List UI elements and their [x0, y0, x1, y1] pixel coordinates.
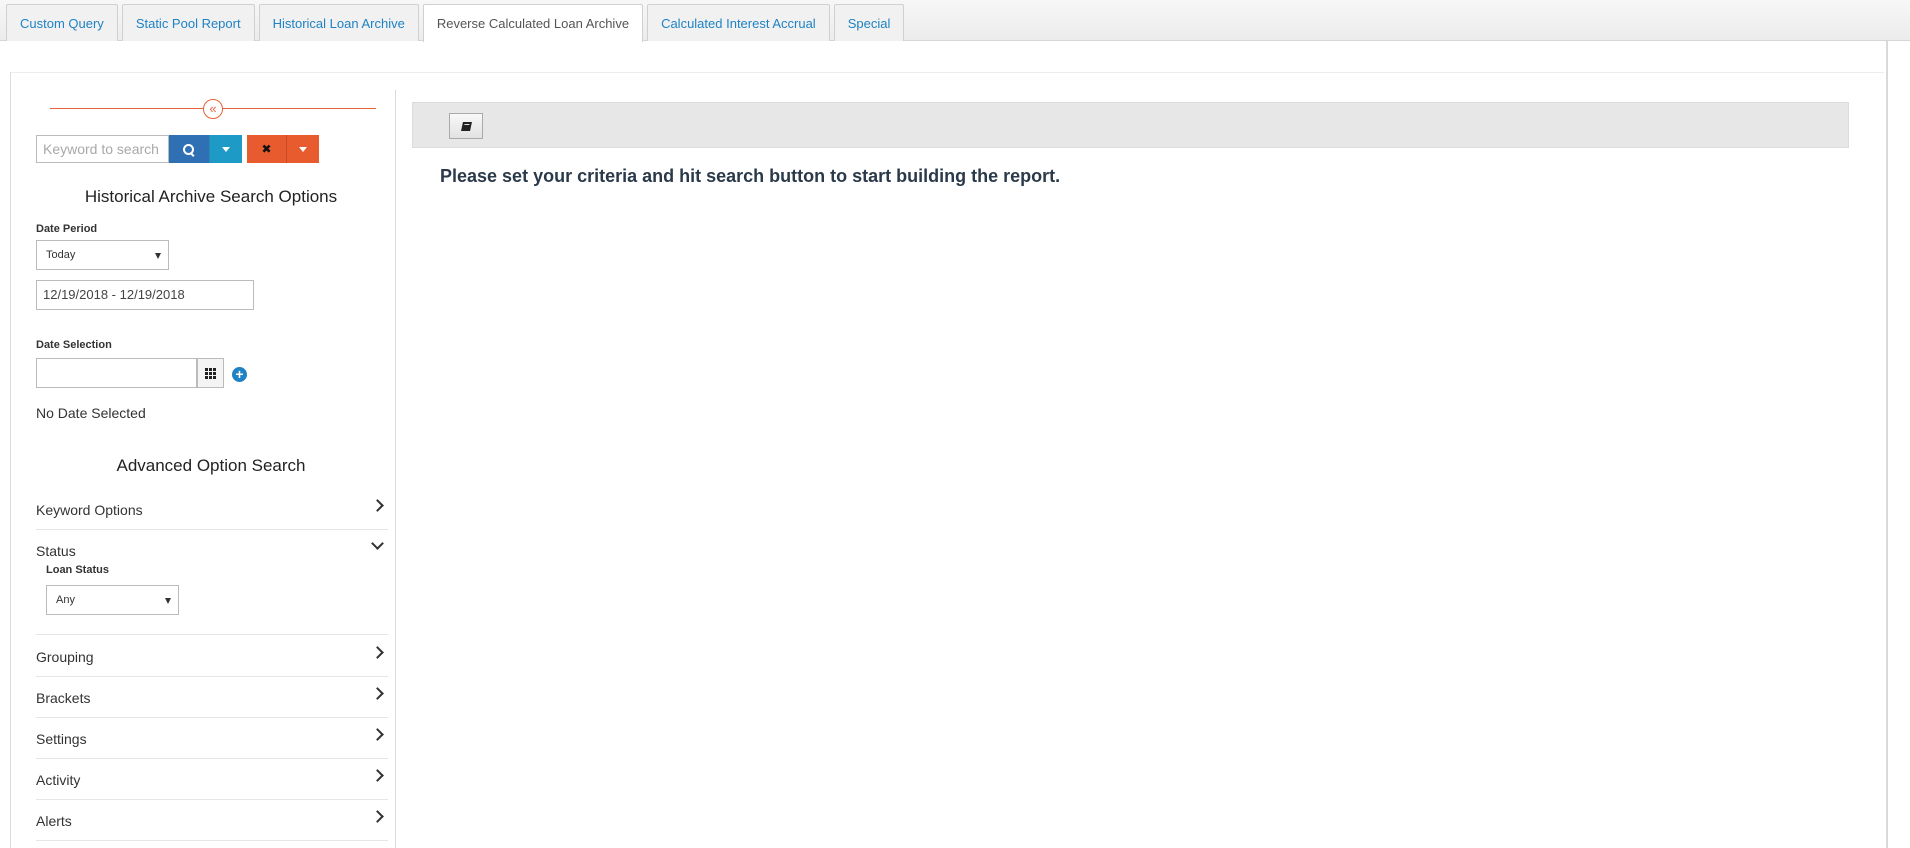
- report-book-button[interactable]: [449, 113, 483, 139]
- dropdown-arrow-icon: [155, 253, 161, 259]
- tab-list: Custom Query Static Pool Report Historic…: [6, 4, 908, 42]
- tab-special[interactable]: Special: [833, 4, 905, 41]
- chevron-right-icon: [371, 810, 384, 823]
- calendar-picker-button[interactable]: [197, 358, 224, 388]
- tab-calculated-interest-accrual[interactable]: Calculated Interest Accrual: [647, 4, 830, 41]
- search-options-dropdown-button[interactable]: [209, 135, 242, 163]
- advanced-item-label: Activity: [36, 772, 81, 788]
- scrollbar[interactable]: [1886, 41, 1910, 848]
- tab-historical-loan-archive[interactable]: Historical Loan Archive: [258, 4, 419, 41]
- advanced-item-grouping[interactable]: Grouping: [36, 636, 388, 677]
- advanced-option-search-title: Advanced Option Search: [116, 456, 306, 475]
- chevron-down-icon: [371, 537, 384, 550]
- advanced-item-brackets[interactable]: Brackets: [36, 677, 388, 718]
- advanced-item-label: Status: [36, 543, 76, 559]
- clear-options-dropdown-button[interactable]: [286, 135, 319, 163]
- date-range-value: 12/19/2018 - 12/19/2018: [43, 287, 185, 302]
- caret-down-icon: [222, 147, 230, 153]
- advanced-item-label: Keyword Options: [36, 502, 143, 518]
- tab-reverse-calculated-loan-archive[interactable]: Reverse Calculated Loan Archive: [422, 4, 644, 42]
- loan-status-value: Any: [56, 594, 75, 606]
- tab-static-pool-report[interactable]: Static Pool Report: [121, 4, 255, 41]
- chevron-right-icon: [371, 499, 384, 512]
- advanced-item-label: Grouping: [36, 649, 94, 665]
- date-period-label: Date Period: [36, 223, 98, 235]
- grid-icon: [205, 368, 216, 379]
- loan-status-label: Loan Status: [46, 564, 109, 576]
- x-icon: ✖: [261, 142, 272, 156]
- date-period-select[interactable]: Today: [36, 240, 169, 270]
- sidebar-divider: [395, 90, 396, 848]
- advanced-item-activity[interactable]: Activity: [36, 759, 388, 800]
- date-period-value: Today: [46, 249, 76, 261]
- advanced-item-settings[interactable]: Settings: [36, 718, 388, 759]
- advanced-item-alerts[interactable]: Alerts: [36, 800, 388, 841]
- instruction-message: Please set your criteria and hit search …: [440, 166, 1061, 186]
- clear-button[interactable]: ✖: [247, 135, 286, 163]
- chevron-right-icon: [371, 687, 384, 700]
- report-toolbar: [412, 102, 1849, 148]
- no-date-selected-text: No Date Selected: [36, 405, 146, 421]
- search-button[interactable]: [169, 135, 209, 163]
- loan-status-select[interactable]: Any: [46, 585, 179, 615]
- search-icon: [183, 143, 195, 156]
- collapse-sidebar-icon[interactable]: «: [203, 99, 223, 119]
- book-icon: [461, 122, 472, 131]
- search-options-title: Historical Archive Search Options: [84, 187, 338, 206]
- date-selection-label: Date Selection: [36, 339, 112, 351]
- search-input[interactable]: [36, 135, 169, 163]
- dropdown-arrow-icon: [165, 598, 171, 604]
- date-selection-input[interactable]: [36, 358, 197, 388]
- advanced-item-status[interactable]: Status Loan Status Any: [36, 530, 388, 635]
- chevron-right-icon: [371, 646, 384, 659]
- tab-custom-query[interactable]: Custom Query: [6, 4, 118, 41]
- chevron-right-icon: [371, 728, 384, 741]
- date-range-field[interactable]: 12/19/2018 - 12/19/2018: [36, 280, 254, 310]
- chevron-right-icon: [371, 769, 384, 782]
- advanced-item-label: Brackets: [36, 690, 91, 706]
- advanced-item-label: Settings: [36, 731, 87, 747]
- advanced-item-label: Alerts: [36, 813, 72, 829]
- advanced-item-keyword-options[interactable]: Keyword Options: [36, 489, 388, 530]
- add-date-icon[interactable]: +: [232, 367, 247, 382]
- tab-bar: Custom Query Static Pool Report Historic…: [0, 0, 1910, 42]
- caret-down-icon: [299, 147, 307, 153]
